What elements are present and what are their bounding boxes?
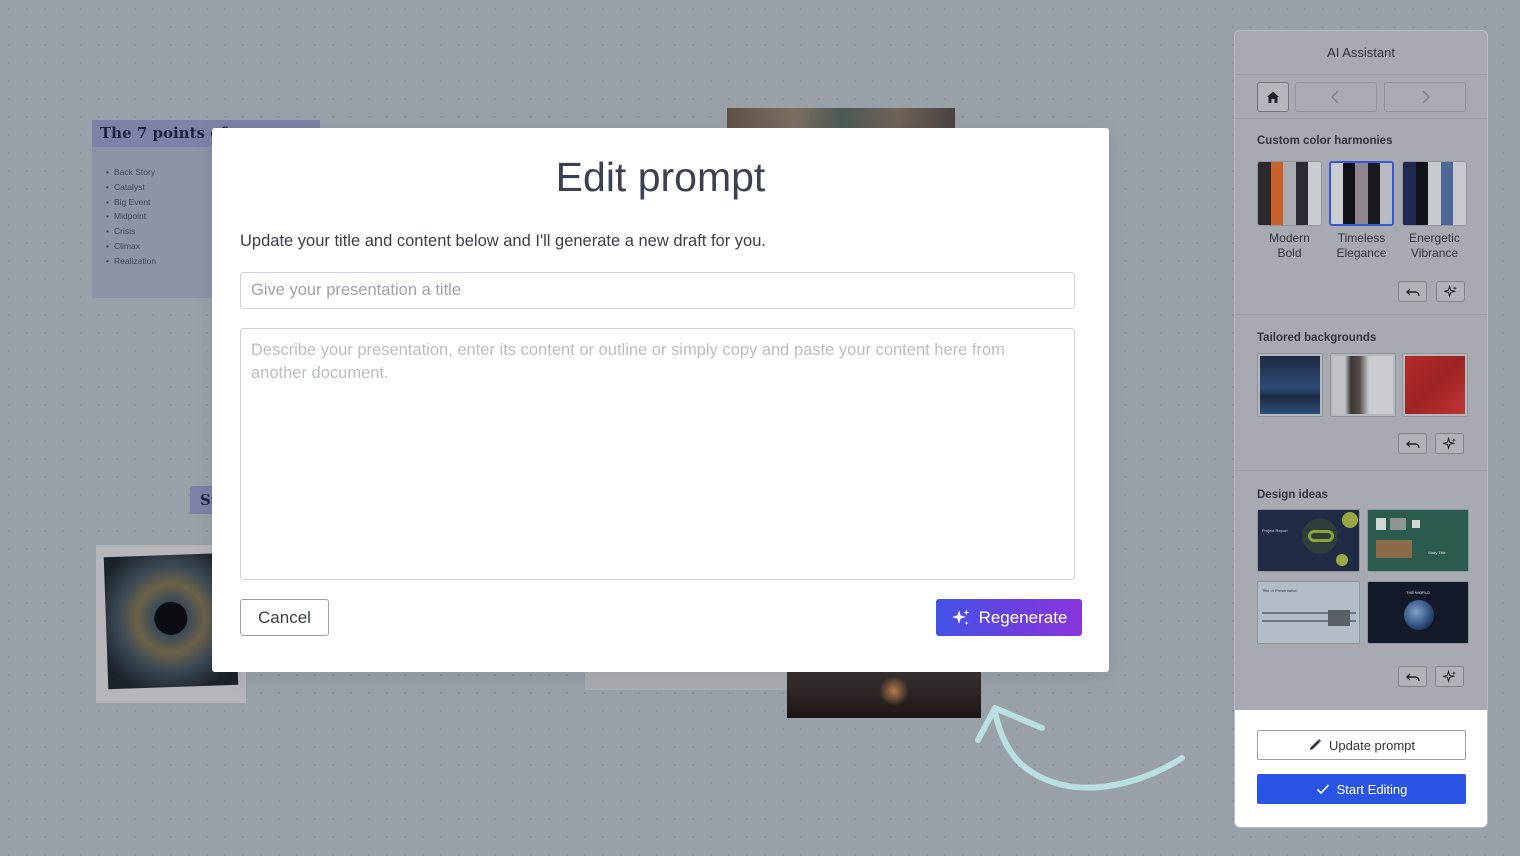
design-thumb-project-report[interactable]: Project Report bbox=[1257, 509, 1360, 572]
undo-button[interactable] bbox=[1398, 666, 1427, 687]
sparkles-icon bbox=[1442, 436, 1456, 450]
presentation-title-input[interactable] bbox=[240, 272, 1075, 309]
harmony-label: Elegance bbox=[1336, 246, 1387, 260]
design-ideas-section: Design ideas Project Report Story Title … bbox=[1235, 471, 1487, 711]
sparkles-icon bbox=[1442, 669, 1456, 683]
swatch-color bbox=[1367, 163, 1380, 224]
swatch-color bbox=[1343, 163, 1356, 224]
home-button[interactable] bbox=[1257, 82, 1289, 112]
undo-button[interactable] bbox=[1398, 433, 1427, 454]
generate-more-button[interactable] bbox=[1435, 433, 1464, 454]
sparkles-icon bbox=[1443, 284, 1457, 298]
undo-icon bbox=[1405, 288, 1420, 296]
swatch-color bbox=[1440, 162, 1454, 225]
swatch-color bbox=[1355, 163, 1368, 224]
sparkles-icon bbox=[951, 609, 970, 625]
color-swatch bbox=[1257, 161, 1322, 226]
panel-title: AI Assistant bbox=[1235, 31, 1487, 75]
color-swatch-selected bbox=[1329, 161, 1394, 226]
harmony-option-timeless-elegance[interactable]: Timeless Elegance bbox=[1329, 161, 1394, 261]
update-prompt-button[interactable]: Update prompt bbox=[1257, 730, 1466, 760]
thumb-caption: Project Report bbox=[1262, 528, 1288, 533]
thumb-caption: Story Title bbox=[1428, 550, 1446, 555]
background-thumb-speaker[interactable] bbox=[1330, 353, 1396, 417]
swatch-color bbox=[1453, 162, 1466, 225]
design-thumb-story-title[interactable]: Story Title bbox=[1367, 509, 1469, 572]
panel-nav bbox=[1235, 75, 1487, 119]
section-title: Design ideas bbox=[1257, 489, 1328, 501]
undo-icon bbox=[1405, 440, 1420, 448]
harmony-label: Energetic bbox=[1409, 231, 1460, 245]
harmony-option-modern-bold[interactable]: Modern Bold bbox=[1257, 161, 1322, 261]
forward-button[interactable] bbox=[1384, 82, 1466, 112]
room-photo bbox=[727, 108, 955, 130]
swatch-color bbox=[1295, 162, 1309, 225]
undo-icon bbox=[1405, 673, 1420, 681]
generate-more-button[interactable] bbox=[1435, 666, 1464, 687]
harmony-label: Modern bbox=[1269, 231, 1310, 245]
regenerate-label: Regenerate bbox=[978, 607, 1068, 627]
swatch-color bbox=[1283, 162, 1296, 225]
background-thumb-city[interactable] bbox=[1257, 353, 1323, 417]
color-swatch bbox=[1402, 161, 1467, 226]
section-title: Tailored backgrounds bbox=[1257, 332, 1377, 344]
swatch-color bbox=[1270, 162, 1284, 225]
thumb-caption: Title of Presentation bbox=[1262, 588, 1298, 593]
presentation-content-textarea[interactable] bbox=[240, 328, 1075, 580]
swatch-color bbox=[1331, 163, 1344, 224]
harmony-option-energetic-vibrance[interactable]: Energetic Vibrance bbox=[1402, 161, 1467, 261]
background-thumb-graffiti[interactable] bbox=[1402, 353, 1468, 417]
thumb-caption: THE WORLD bbox=[1406, 590, 1430, 595]
start-editing-label: Start Editing bbox=[1336, 781, 1408, 797]
ai-assistant-panel: AI Assistant Custom color harmonies Mode… bbox=[1234, 30, 1488, 828]
checkmark-icon bbox=[1316, 784, 1329, 795]
panel-footer: Update prompt Start Editing bbox=[1235, 710, 1487, 827]
harmony-label: Vibrance bbox=[1410, 246, 1459, 260]
paper-strip bbox=[585, 672, 790, 690]
pencil-icon bbox=[1310, 738, 1322, 750]
update-prompt-label: Update prompt bbox=[1329, 737, 1415, 753]
cancel-button[interactable]: Cancel bbox=[240, 599, 329, 636]
color-harmonies-section: Custom color harmonies Modern Bold Timel… bbox=[1235, 119, 1487, 315]
dialog-title: Edit prompt bbox=[555, 154, 766, 200]
design-thumb-title-of-presentation[interactable]: Title of Presentation bbox=[1257, 581, 1360, 644]
harmony-label: Bold bbox=[1277, 246, 1302, 260]
swatch-color bbox=[1403, 162, 1416, 225]
chevron-right-icon bbox=[1422, 90, 1431, 104]
dialog-subtitle: Update your title and content below and … bbox=[240, 232, 766, 250]
undo-button[interactable] bbox=[1398, 281, 1427, 302]
home-icon bbox=[1267, 91, 1279, 103]
swatch-color bbox=[1379, 163, 1392, 224]
swatch-color bbox=[1415, 162, 1429, 225]
section-title: Custom color harmonies bbox=[1257, 135, 1393, 147]
swatch-color bbox=[1258, 162, 1271, 225]
swatch-color bbox=[1308, 162, 1321, 225]
design-thumb-the-world[interactable]: THE WORLD bbox=[1367, 581, 1469, 644]
backgrounds-section: Tailored backgrounds bbox=[1235, 315, 1487, 471]
swatch-color bbox=[1428, 162, 1441, 225]
generate-more-button[interactable] bbox=[1436, 281, 1465, 302]
regenerate-button[interactable]: Regenerate bbox=[936, 599, 1082, 636]
harmony-label: Timeless bbox=[1337, 231, 1386, 245]
chevron-left-icon bbox=[1330, 90, 1339, 104]
back-button[interactable] bbox=[1295, 82, 1377, 112]
crowd-photo bbox=[787, 668, 981, 718]
curved-arrow-icon bbox=[975, 705, 1185, 791]
start-editing-button[interactable]: Start Editing bbox=[1257, 774, 1466, 804]
edit-prompt-dialog: Edit prompt Update your title and conten… bbox=[212, 128, 1109, 672]
